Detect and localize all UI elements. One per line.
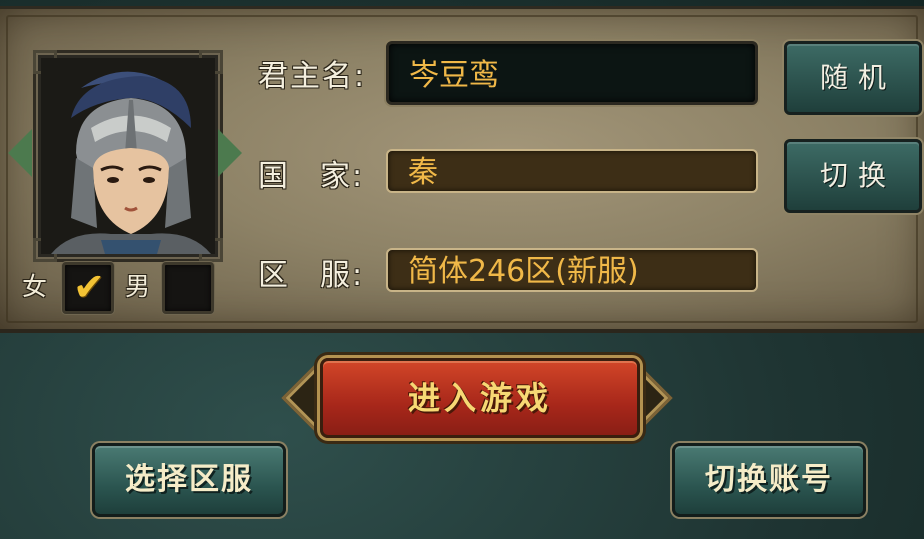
male-checkbox[interactable]	[162, 262, 214, 314]
server-label-part: 区	[258, 258, 290, 293]
character-creation-panel: 女 ✔ 男 君主名: 岑豆鸾 国家: 秦 区服: 简体246区(新服) 随机 切…	[0, 6, 924, 333]
switch-country-button[interactable]: 切换	[784, 139, 922, 213]
helmeted-warrior-portrait	[41, 58, 215, 254]
switch-account-button[interactable]: 切换账号	[672, 443, 866, 517]
enter-game-button-group: 进入游戏	[281, 354, 673, 438]
enter-game-button[interactable]: 进入游戏	[320, 358, 640, 438]
lord-name-input[interactable]: 岑豆鸾	[386, 41, 758, 105]
next-portrait-arrow-icon[interactable]	[218, 129, 242, 177]
lord-name-label: 君主名:	[258, 59, 367, 94]
random-name-button[interactable]: 随机	[784, 41, 922, 115]
server-value-field: 简体246区(新服)	[386, 248, 758, 292]
previous-portrait-arrow-icon[interactable]	[8, 129, 32, 177]
country-label-part: 家:	[320, 159, 365, 194]
male-label: 男	[125, 272, 151, 301]
portrait-frame	[33, 50, 223, 262]
server-label: 区服:	[258, 250, 364, 294]
checkmark-icon: ✔	[73, 265, 105, 309]
select-server-button[interactable]: 选择区服	[92, 443, 286, 517]
female-checkbox[interactable]: ✔	[62, 262, 114, 314]
country-value-field: 秦	[386, 149, 758, 193]
female-label: 女	[22, 272, 48, 301]
country-label-part: 国	[258, 159, 290, 194]
server-label-part: 服:	[320, 258, 365, 293]
country-label: 国家:	[258, 151, 364, 195]
